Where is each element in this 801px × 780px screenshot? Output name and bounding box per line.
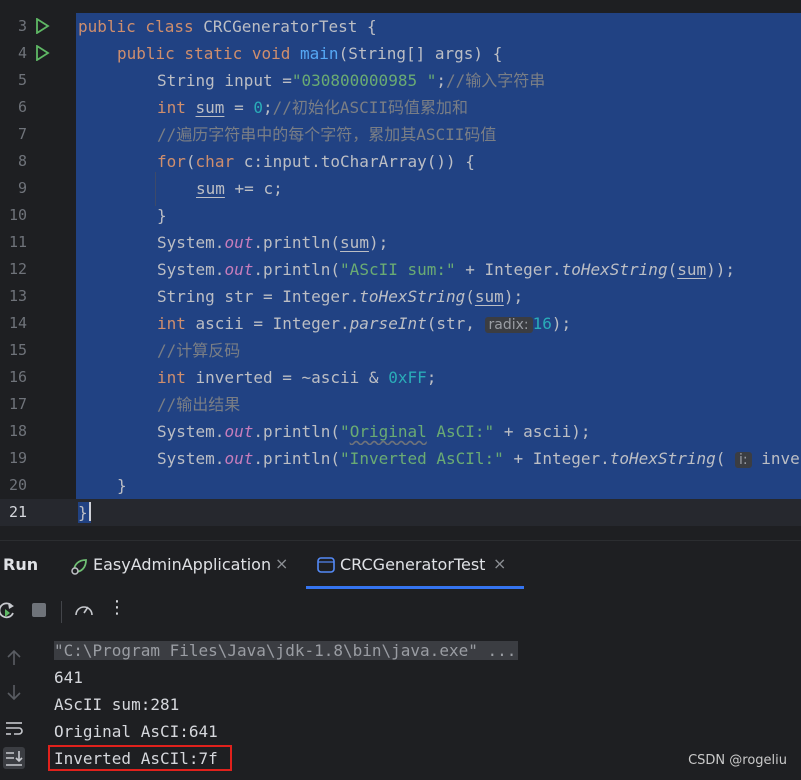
arrow-down-icon[interactable] (3, 681, 25, 703)
console-output-line: 641 (54, 668, 83, 687)
parameter-hint: i: (735, 452, 752, 468)
line-number: 13 (8, 287, 27, 305)
code-text: //遍历字符串中的每个字符，累加其ASCII码值 (157, 125, 497, 144)
toolbar-separator (61, 601, 62, 623)
tab-label: CRCGeneratorTest (340, 555, 486, 574)
scroll-to-end-icon[interactable] (3, 747, 25, 769)
code-text: for(char c:input.toCharArray()) { (157, 152, 475, 171)
code-text: int inverted = ~ascii & 0xFF; (157, 368, 437, 387)
line-number: 8 (17, 152, 27, 170)
run-gutter-icon[interactable] (34, 45, 50, 61)
code-line[interactable]: 3 public class CRCGeneratorTest { (0, 13, 801, 40)
code-text: } (78, 502, 91, 523)
line-number: 14 (8, 314, 27, 332)
line-number: 4 (17, 44, 27, 62)
code-text: sum += c; (196, 179, 283, 198)
code-line[interactable]: 11 System.out.println(sum); (0, 229, 801, 256)
console-app-icon (317, 557, 335, 573)
code-line[interactable]: 20 } (0, 472, 801, 499)
code-line-current[interactable]: 21 } (0, 499, 801, 526)
code-text: //输出结果 (157, 395, 241, 414)
soft-wrap-icon[interactable] (3, 717, 25, 739)
line-number: 6 (17, 98, 27, 116)
run-toolbar: ⋮ (0, 589, 801, 633)
run-panel-title: Run (3, 555, 39, 574)
code-text: } (117, 476, 127, 495)
console-command-line: "C:\Program Files\Java\jdk-1.8\bin\java.… (54, 641, 519, 660)
close-icon[interactable]: × (493, 554, 506, 573)
arrow-up-icon[interactable] (3, 647, 25, 669)
spring-app-icon (71, 559, 87, 575)
line-number: 10 (8, 206, 27, 224)
code-text: } (157, 206, 167, 225)
code-line[interactable]: 14 int ascii = Integer.parseInt(str, rad… (0, 310, 801, 337)
code-text: public static void main(String[] args) { (117, 44, 503, 63)
console-output-line: Original AsCI:641 (54, 722, 218, 741)
line-number: 19 (8, 449, 27, 467)
console-output[interactable]: "C:\Program Files\Java\jdk-1.8\bin\java.… (0, 633, 801, 780)
line-number: 3 (17, 17, 27, 35)
run-tab-bar: Run EasyAdminApplication × CRCGeneratorT… (0, 541, 801, 589)
tab-crcgeneratortest[interactable]: CRCGeneratorTest × (306, 541, 524, 589)
code-text: System.out.println(sum); (157, 233, 389, 252)
code-line[interactable]: 8 for(char c:input.toCharArray()) { (0, 148, 801, 175)
close-icon[interactable]: × (275, 554, 288, 573)
line-number: 21 (8, 503, 27, 521)
line-number: 17 (8, 395, 27, 413)
code-line[interactable]: 17 //输出结果 (0, 391, 801, 418)
line-number: 9 (17, 179, 27, 197)
code-text: String str = Integer.toHexString(sum); (157, 287, 524, 306)
code-line[interactable]: 9 sum += c; (0, 175, 801, 202)
run-gutter-icon[interactable] (34, 18, 50, 34)
code-text: System.out.println("Inverted AsCIl:" + I… (157, 449, 800, 468)
code-line[interactable]: 12 System.out.println("AScII sum:" + Int… (0, 256, 801, 283)
code-text: System.out.println("Original AsCI:" + as… (157, 422, 591, 441)
code-text: public class CRCGeneratorTest { (78, 17, 377, 36)
stop-icon[interactable] (28, 599, 50, 621)
line-number: 7 (17, 125, 27, 143)
parameter-hint: radix: (484, 317, 533, 333)
run-tool-window: Run EasyAdminApplication × CRCGeneratorT… (0, 540, 801, 780)
line-number: 18 (8, 422, 27, 440)
watermark: CSDN @rogeliu (688, 753, 787, 768)
console-gutter (0, 633, 30, 780)
text-caret (88, 502, 91, 521)
code-text: String input ="030800000985 ";//输入字符串 (157, 71, 546, 90)
red-highlight-box (48, 745, 232, 771)
rerun-icon[interactable] (0, 599, 18, 621)
code-line[interactable]: 10 } (0, 202, 801, 229)
code-line[interactable]: 6 int sum = 0;//初始化ASCII码值累加和 (0, 94, 801, 121)
code-text: int sum = 0;//初始化ASCII码值累加和 (157, 98, 469, 117)
tab-label: EasyAdminApplication (93, 555, 272, 574)
code-line[interactable]: 19 System.out.println("Inverted AsCIl:" … (0, 445, 801, 472)
line-number: 16 (8, 368, 27, 386)
code-text: System.out.println("AScII sum:" + Intege… (157, 260, 736, 279)
more-options-icon[interactable]: ⋮ (108, 597, 130, 619)
code-line[interactable]: 13 String str = Integer.toHexString(sum)… (0, 283, 801, 310)
code-line[interactable]: 5 String input ="030800000985 ";//输入字符串 (0, 67, 801, 94)
console-output-line: AScII sum:281 (54, 695, 180, 714)
selection-highlight (76, 472, 801, 499)
line-number: 20 (8, 476, 27, 494)
line-number: 15 (8, 341, 27, 359)
profiler-icon[interactable] (73, 599, 95, 621)
code-editor[interactable]: 3 public class CRCGeneratorTest { 4 publ… (0, 0, 801, 540)
selection-highlight (76, 202, 801, 229)
code-text: int ascii = Integer.parseInt(str, radix:… (157, 314, 572, 333)
tab-easyadminapplication[interactable]: EasyAdminApplication × (66, 541, 296, 589)
indent-guide (155, 172, 156, 206)
code-line[interactable]: 7 //遍历字符串中的每个字符，累加其ASCII码值 (0, 121, 801, 148)
code-line[interactable]: 15 //计算反码 (0, 337, 801, 364)
code-line[interactable]: 16 int inverted = ~ascii & 0xFF; (0, 364, 801, 391)
line-number: 11 (8, 233, 27, 251)
line-number: 12 (8, 260, 27, 278)
code-text: //计算反码 (157, 341, 241, 360)
line-number: 5 (17, 71, 27, 89)
code-line[interactable]: 4 public static void main(String[] args)… (0, 40, 801, 67)
code-line[interactable]: 18 System.out.println("Original AsCI:" +… (0, 418, 801, 445)
selection-highlight (76, 175, 801, 202)
